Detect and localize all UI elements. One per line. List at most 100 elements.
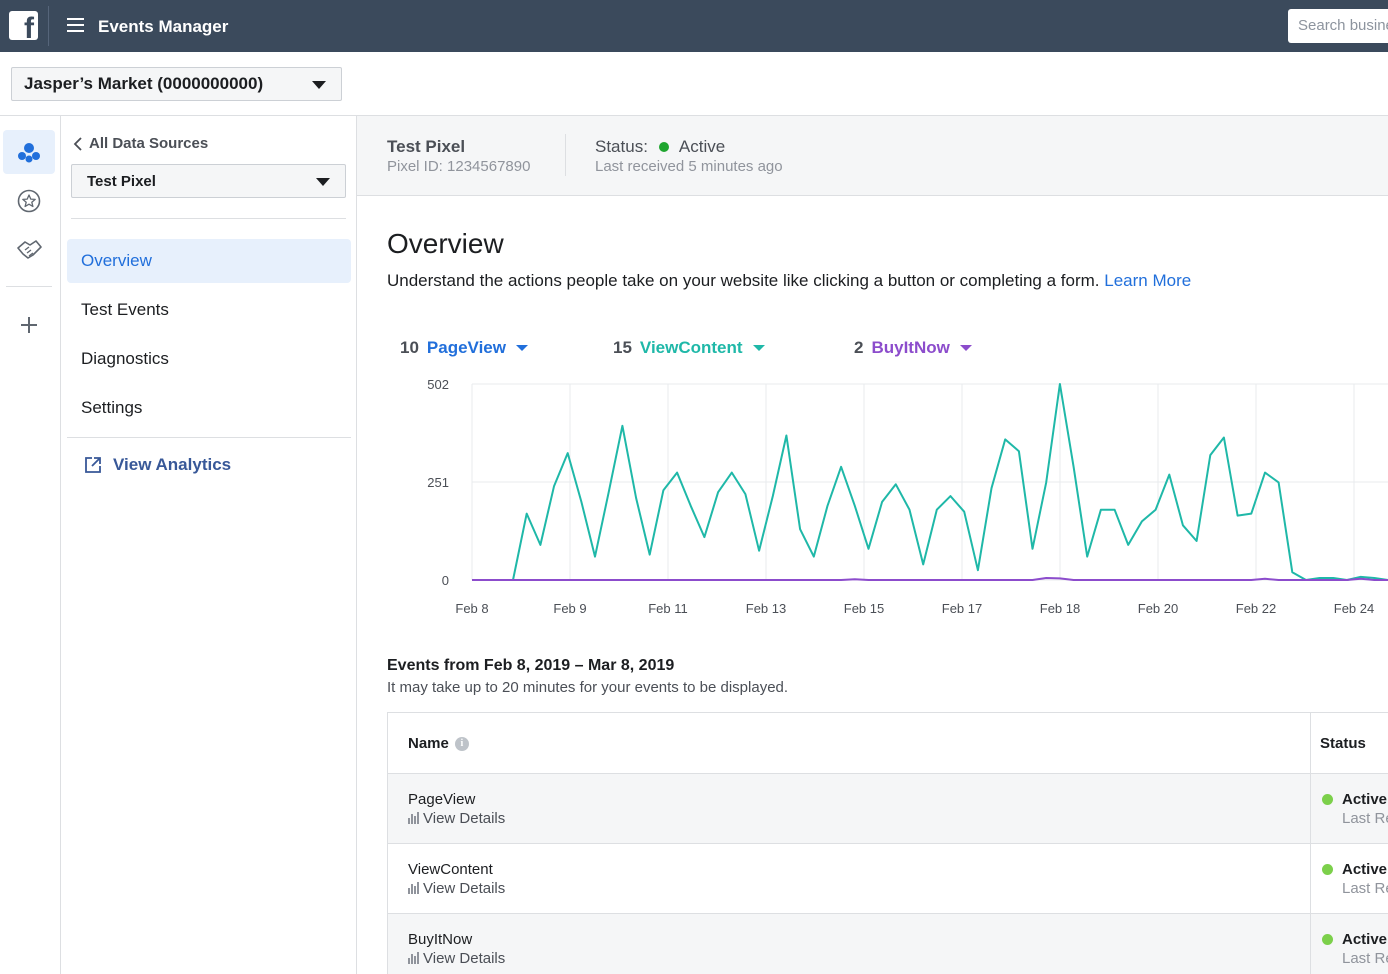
- table-row[interactable]: ViewContent View Details Active Last Rec…: [388, 844, 1388, 914]
- hamburger-menu-icon[interactable]: [67, 18, 84, 33]
- column-header-name[interactable]: Name i: [408, 735, 469, 752]
- x-tick-label: Feb 13: [746, 601, 786, 616]
- search-input[interactable]: Search business: [1288, 9, 1388, 43]
- status-text: Active: [1342, 791, 1388, 808]
- rail-add[interactable]: [3, 303, 55, 347]
- column-divider: [1310, 844, 1311, 913]
- view-details-link[interactable]: View Details: [408, 950, 505, 967]
- pixel-dropdown[interactable]: Test Pixel: [71, 164, 346, 198]
- rail-partner-integrations[interactable]: [3, 228, 55, 272]
- x-tick-label: Feb 8: [455, 601, 488, 616]
- main-content: Test Pixel Pixel ID: 1234567890 Status: …: [357, 116, 1388, 974]
- status-label: Status:: [595, 137, 648, 156]
- last-received-text: Last Received: [1342, 880, 1388, 897]
- rail-divider: [6, 286, 52, 287]
- table-row[interactable]: PageView View Details Active Last Receiv…: [388, 774, 1388, 844]
- y-tick-label: 0: [442, 573, 449, 588]
- status-badge: Active: [1322, 931, 1387, 948]
- metric-name: BuyItNow: [871, 338, 950, 357]
- app-title: Events Manager: [98, 17, 229, 36]
- pixel-dropdown-label: Test Pixel: [87, 173, 156, 190]
- metric-selector-buyitnow[interactable]: 2 BuyItNow: [854, 338, 972, 358]
- last-received: Last received 5 minutes ago: [595, 158, 783, 175]
- metric-count: 15: [613, 338, 632, 357]
- facebook-logo-icon[interactable]: f: [9, 11, 38, 40]
- pixel-header: Test Pixel Pixel ID: 1234567890 Status: …: [357, 116, 1388, 196]
- table-header: Name i Status: [388, 713, 1388, 774]
- column-header-status[interactable]: Status: [1320, 735, 1366, 752]
- x-tick-label: Feb 17: [942, 601, 982, 616]
- star-circle-icon: [17, 189, 41, 213]
- x-tick-label: Feb 15: [844, 601, 884, 616]
- events-subtitle: It may take up to 20 minutes for your ev…: [387, 679, 789, 696]
- metric-selector-viewcontent[interactable]: 15 ViewContent: [613, 338, 765, 358]
- column-divider: [1310, 774, 1311, 843]
- account-bar: Jasper’s Market (0000000000): [0, 52, 1388, 116]
- bar-chart-icon: [408, 882, 419, 894]
- last-received-text: Last Received: [1342, 810, 1388, 827]
- status-dot-icon: [1322, 794, 1333, 805]
- event-name: ViewContent: [408, 861, 493, 878]
- caret-down-icon: [752, 345, 765, 351]
- status-text: Active: [1342, 861, 1388, 878]
- external-link-icon: [85, 457, 101, 473]
- pixel-id: Pixel ID: 1234567890: [387, 158, 531, 175]
- bar-chart-icon: [408, 952, 419, 964]
- side-nav: All Data Sources Test Pixel Overview Tes…: [61, 116, 357, 974]
- info-icon[interactable]: i: [454, 736, 469, 751]
- nav-item-overview[interactable]: Overview: [67, 239, 351, 283]
- view-analytics-label: View Analytics: [113, 455, 232, 474]
- account-dropdown-label: Jasper’s Market (0000000000): [24, 74, 264, 93]
- y-tick-label: 251: [427, 475, 449, 490]
- top-bar: f Events Manager Search business: [0, 0, 1388, 52]
- events-table: Name i Status PageView View Details Acti…: [387, 712, 1388, 974]
- x-tick-label: Feb 9: [553, 601, 586, 616]
- status-dot-icon: [1322, 864, 1333, 875]
- view-analytics-link[interactable]: View Analytics: [83, 455, 231, 475]
- bar-chart-icon: [408, 812, 419, 824]
- overview-description: Understand the actions people take on yo…: [387, 271, 1191, 291]
- view-details-label: View Details: [423, 810, 506, 827]
- status-badge: Active: [1322, 791, 1387, 808]
- back-link-label: All Data Sources: [89, 135, 209, 152]
- caret-down-icon: [316, 178, 330, 186]
- view-details-link[interactable]: View Details: [408, 880, 505, 897]
- column-divider: [1310, 713, 1311, 773]
- series-line-buyitnow: [472, 577, 1388, 581]
- metric-name: PageView: [426, 338, 506, 357]
- back-to-data-sources-link[interactable]: All Data Sources: [73, 135, 208, 152]
- data-sources-icon: [18, 143, 40, 163]
- status-dot-icon: [658, 142, 669, 152]
- rail-custom-conversions[interactable]: [3, 179, 55, 223]
- page-title: Overview: [387, 228, 504, 259]
- nav-item-test-events[interactable]: Test Events: [67, 288, 351, 332]
- pixel-name: Test Pixel: [387, 137, 466, 156]
- event-name: BuyItNow: [408, 931, 473, 948]
- account-dropdown[interactable]: Jasper’s Market (0000000000): [11, 67, 342, 101]
- icon-rail: [0, 116, 61, 974]
- nav-item-diagnostics[interactable]: Diagnostics: [67, 337, 351, 381]
- metric-selector-pageview[interactable]: 10 PageView: [400, 338, 528, 358]
- view-details-label: View Details: [423, 880, 506, 897]
- column-divider: [1310, 914, 1311, 974]
- events-title: Events from Feb 8, 2019 – Mar 8, 2019: [387, 657, 675, 674]
- x-tick-label: Feb 11: [648, 601, 688, 616]
- status-text: Active: [1342, 931, 1388, 948]
- nav-item-settings[interactable]: Settings: [67, 386, 351, 430]
- view-details-link[interactable]: View Details: [408, 810, 505, 827]
- status-badge: Active: [1322, 861, 1387, 878]
- plus-icon: [21, 317, 37, 333]
- x-tick-label: Feb 20: [1138, 601, 1178, 616]
- nav-divider: [67, 437, 351, 438]
- overview-description-text: Understand the actions people take on yo…: [387, 271, 1100, 290]
- chevron-left-icon: [73, 136, 82, 151]
- rail-data-sources[interactable]: [3, 130, 55, 174]
- x-tick-label: Feb 18: [1040, 601, 1080, 616]
- caret-down-icon: [516, 345, 528, 351]
- events-line-chart: 502 251 0 Feb 8 Feb 9 Feb 11 Feb 13 Feb 15 Feb 1…: [427, 377, 1388, 616]
- handshake-icon: [17, 240, 42, 259]
- nav-divider: [71, 218, 346, 219]
- table-row[interactable]: BuyItNow View Details Active Last Receiv…: [388, 914, 1388, 974]
- topbar-divider: [48, 6, 49, 46]
- learn-more-link[interactable]: Learn More: [1104, 271, 1191, 290]
